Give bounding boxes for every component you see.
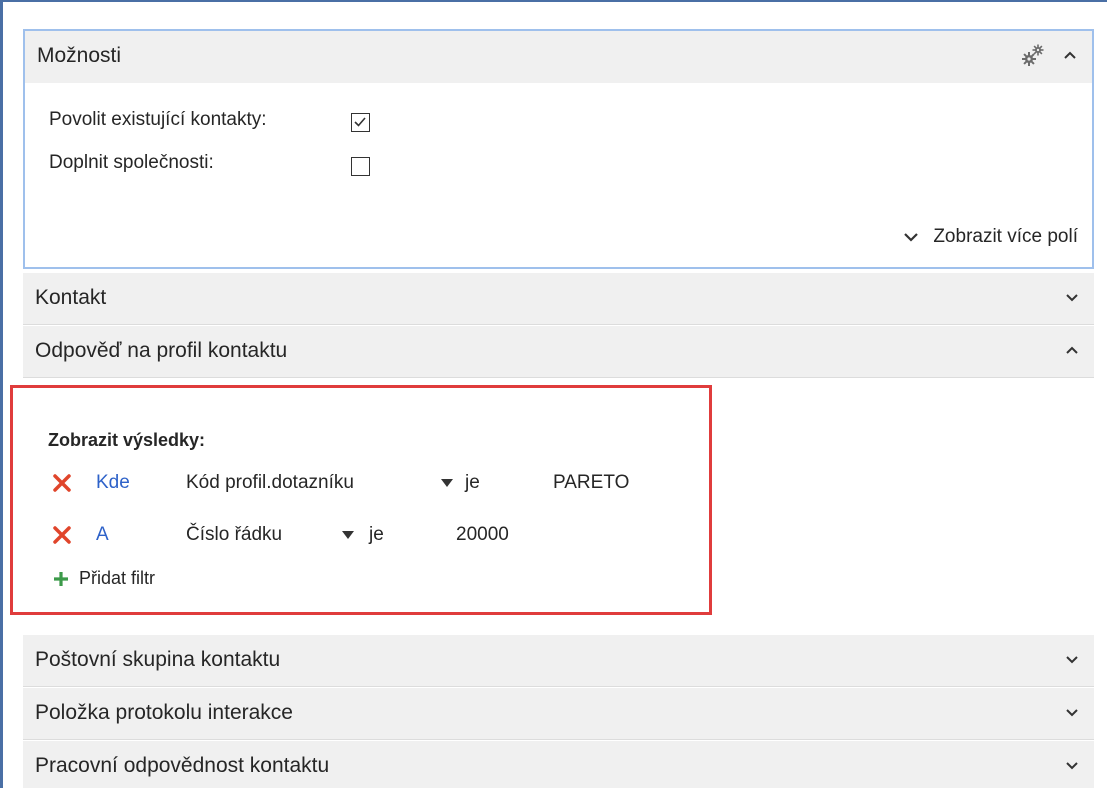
chevron-down-icon[interactable] — [1064, 757, 1080, 773]
section-contact[interactable]: Kontakt — [23, 273, 1094, 325]
remove-filter-icon[interactable] — [53, 526, 71, 544]
filter-keyword[interactable]: A — [96, 524, 109, 546]
chevron-up-icon[interactable] — [1062, 47, 1078, 63]
filter-field[interactable]: Kód profil.dotazníku — [186, 472, 354, 494]
remove-filter-icon[interactable] — [53, 474, 71, 492]
chevron-up-icon[interactable] — [1064, 342, 1080, 358]
window-frame-top — [0, 0, 1107, 2]
filter-keyword[interactable]: Kde — [96, 472, 130, 494]
filter-operator: je — [369, 524, 384, 545]
section-mail-group-title: Poštovní skupina kontaktu — [35, 648, 281, 671]
dropdown-arrow-icon[interactable] — [441, 479, 453, 487]
dropdown-arrow-icon[interactable] — [342, 531, 354, 539]
option-row-existing-contacts: Povolit existující kontakty: — [49, 109, 267, 131]
filter-panel: Zobrazit výsledky: Kde Kód profil.dotazn… — [10, 385, 712, 615]
filter-field[interactable]: Číslo řádku — [186, 524, 282, 546]
options-header[interactable]: Možnosti — [25, 31, 1092, 83]
checkmark-icon — [354, 117, 366, 127]
window-frame-left — [0, 0, 3, 788]
filter-row: A Číslo řádku je 20000 — [13, 522, 703, 550]
filter-operator: je — [465, 472, 480, 493]
option-row-fill-companies: Doplnit společnosti: — [49, 152, 214, 174]
chevron-down-icon[interactable] — [1064, 289, 1080, 305]
section-profile-answer[interactable]: Odpověď na profil kontaktu — [23, 326, 1094, 378]
add-filter-label: Přidat filtr — [79, 568, 156, 588]
section-interaction-log-title: Položka protokolu interakce — [35, 701, 293, 724]
section-job-responsibility[interactable]: Pracovní odpovědnost kontaktu — [23, 741, 1094, 788]
add-filter-button[interactable]: Přidat filtr — [53, 568, 155, 589]
filter-value[interactable]: PARETO — [553, 472, 629, 494]
filter-row: Kde Kód profil.dotazníku je PARETO — [13, 470, 703, 498]
fill-companies-checkbox[interactable] — [351, 157, 370, 176]
chevron-down-icon[interactable] — [1064, 651, 1080, 667]
show-more-fields-link[interactable]: Zobrazit více polí — [903, 226, 1078, 248]
option-label: Povolit existující kontakty: — [49, 109, 267, 130]
gears-icon[interactable] — [1020, 42, 1046, 68]
show-more-fields-label: Zobrazit více polí — [933, 226, 1078, 247]
filter-title: Zobrazit výsledky: — [48, 430, 206, 450]
plus-icon — [54, 571, 68, 586]
existing-contacts-checkbox[interactable] — [351, 113, 370, 132]
section-mail-group[interactable]: Poštovní skupina kontaktu — [23, 635, 1094, 687]
section-interaction-log[interactable]: Položka protokolu interakce — [23, 688, 1094, 740]
section-profile-answer-title: Odpověď na profil kontaktu — [35, 339, 288, 362]
chevron-down-icon — [904, 233, 919, 242]
section-job-responsibility-title: Pracovní odpovědnost kontaktu — [35, 754, 330, 777]
chevron-down-icon[interactable] — [1064, 704, 1080, 720]
options-title: Možnosti — [37, 44, 122, 67]
options-panel: Možnosti Povolit existující kontakty: Do… — [23, 29, 1094, 269]
filter-value[interactable]: 20000 — [456, 524, 509, 546]
section-contact-title: Kontakt — [35, 286, 107, 309]
option-label: Doplnit společnosti: — [49, 152, 214, 173]
